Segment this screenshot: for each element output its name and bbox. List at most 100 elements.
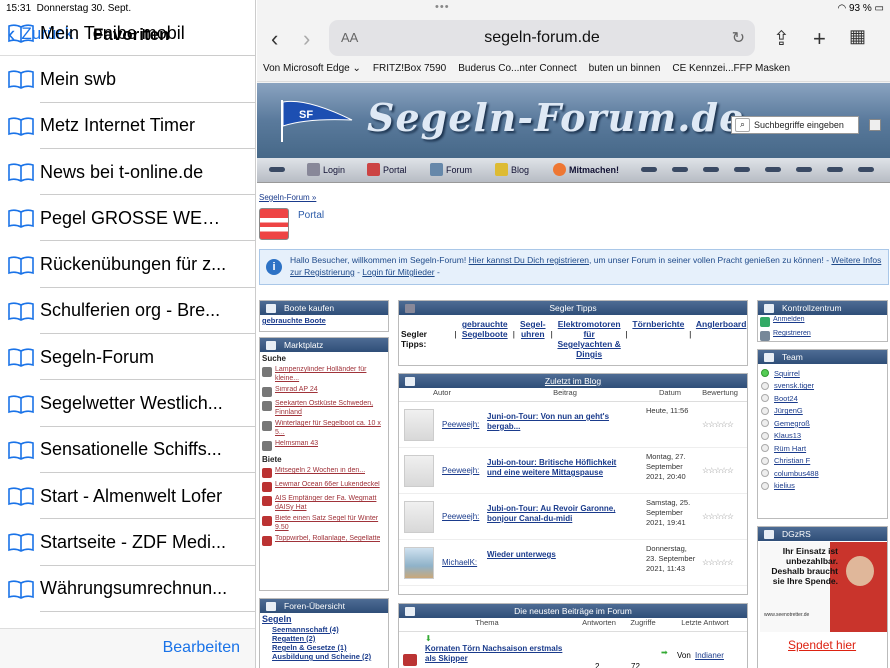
- search-submit-button[interactable]: [869, 119, 881, 131]
- forum-link[interactable]: Ausbildung und Scheine (2): [260, 652, 388, 661]
- registrieren-link[interactable]: Registrieren: [773, 330, 811, 339]
- bookmark-item[interactable]: CE Kennzei...FFP Masken: [666, 60, 796, 81]
- market-item[interactable]: Mitsegeln 2 Wochen in den...: [260, 466, 388, 480]
- reload-icon[interactable]: ↻: [732, 28, 745, 48]
- market-item-link[interactable]: Seekarten Ostküste Schweden, Finnland: [275, 400, 386, 417]
- blog-title[interactable]: Jubi-on-Tour: Au Revoir Garonne, bonjour…: [487, 504, 627, 524]
- team-member[interactable]: kielius: [758, 480, 887, 493]
- team-header[interactable]: Team: [758, 350, 887, 364]
- kontroll-header[interactable]: Kontrollzentrum: [758, 301, 887, 315]
- collapse-icon[interactable]: [405, 377, 415, 386]
- bookmark-item[interactable]: buten un binnen: [583, 60, 667, 81]
- favorite-item[interactable]: Segeln-Forum: [0, 334, 255, 381]
- tabs-overview-icon[interactable]: ▦: [849, 26, 866, 47]
- favorite-item[interactable]: Mein swb: [0, 56, 255, 103]
- collapse-icon[interactable]: [266, 602, 276, 611]
- dgzrs-header[interactable]: DGzRS: [758, 527, 887, 541]
- team-member-name[interactable]: kielius: [774, 481, 795, 490]
- anmelden-item[interactable]: Anmelden: [758, 315, 887, 329]
- team-member[interactable]: Boot24: [758, 392, 887, 405]
- team-member-name[interactable]: svensk.tiger: [774, 381, 814, 390]
- team-member-name[interactable]: Klaus13: [774, 431, 801, 440]
- tipp-link[interactable]: Törnberichte: [632, 319, 686, 359]
- multitask-dots-icon[interactable]: •••: [435, 1, 450, 13]
- nav-forward-icon[interactable]: ›: [303, 26, 310, 52]
- nav-back-icon[interactable]: ‹: [271, 26, 278, 52]
- blog-author[interactable]: Peeweejh:: [442, 466, 479, 475]
- menu-forum[interactable]: Forum: [430, 163, 472, 176]
- blog-author[interactable]: Peeweejh:: [442, 512, 479, 521]
- market-item-link[interactable]: Simrad AP 24: [275, 386, 318, 395]
- market-item[interactable]: AIS Empfänger der Fa. Wegmatt dAISy Hat: [260, 494, 388, 514]
- market-item[interactable]: Biete einen Satz Segel für Winter 9.50: [260, 514, 388, 534]
- team-member-name[interactable]: Squirrel: [774, 369, 800, 378]
- collapse-icon[interactable]: [405, 607, 415, 616]
- edit-button[interactable]: Bearbeiten: [163, 639, 240, 657]
- team-member-name[interactable]: Boot24: [774, 394, 798, 403]
- favorite-item[interactable]: Segelwetter Westlich...: [0, 380, 255, 427]
- registrieren-item[interactable]: Registrieren: [758, 329, 887, 341]
- marktplatz-header[interactable]: Marktplatz: [260, 338, 388, 352]
- team-member[interactable]: Gemegroß: [758, 417, 887, 430]
- blog-title[interactable]: Jubi-on-tour: Britische Höflichkeit und …: [487, 458, 627, 478]
- foren-segeln-link[interactable]: Segeln: [260, 613, 388, 625]
- team-member[interactable]: JürgenG: [758, 405, 887, 418]
- site-search-input[interactable]: ⌕ Suchbegriffe eingeben: [731, 116, 859, 134]
- last-user[interactable]: Indianer: [695, 651, 724, 660]
- boote-header[interactable]: Boote kaufen: [260, 301, 388, 315]
- market-item[interactable]: Simrad AP 24: [260, 385, 388, 399]
- team-member-name[interactable]: Christian F: [774, 456, 810, 465]
- market-item-link[interactable]: Biete einen Satz Segel für Winter 9.50: [275, 515, 386, 532]
- rating-stars[interactable]: ☆☆☆☆☆: [702, 512, 734, 521]
- market-item[interactable]: Toppwirbel, Rollanlage, Segellatte: [260, 534, 388, 548]
- tipp-link[interactable]: Segel-uhren: [519, 319, 547, 359]
- team-member[interactable]: columbus488: [758, 467, 887, 480]
- spenden-link[interactable]: Spendet hier: [788, 638, 856, 652]
- favorite-item[interactable]: Start - Almenwelt Lofer: [0, 473, 255, 520]
- thread-title[interactable]: Kornaten Törn Nachsaison erstmals als Sk…: [425, 644, 575, 664]
- bookmark-item[interactable]: Von Microsoft Edge ⌄: [257, 60, 367, 81]
- rating-stars[interactable]: ☆☆☆☆☆: [702, 420, 734, 429]
- avatar[interactable]: [404, 501, 434, 533]
- forum-link[interactable]: Regatten (2): [260, 634, 388, 643]
- blog-author[interactable]: MichaelK:: [442, 558, 477, 567]
- market-item-link[interactable]: Lewmar Ocean 66er Lukendeckel: [275, 481, 380, 490]
- foren-header[interactable]: Foren-Übersicht: [260, 599, 388, 613]
- market-item[interactable]: Winterlager für Segelboot ca. 10 x 5...: [260, 419, 388, 439]
- tipp-link[interactable]: gebrauchte Segelboote: [461, 319, 509, 359]
- team-member-name[interactable]: JürgenG: [774, 406, 803, 415]
- team-member[interactable]: Christian F: [758, 455, 887, 468]
- register-link[interactable]: Hier kannst Du Dich registrieren: [469, 255, 589, 265]
- market-item-link[interactable]: AIS Empfänger der Fa. Wegmatt dAISy Hat: [275, 495, 386, 512]
- avatar[interactable]: [404, 455, 434, 487]
- collapse-icon[interactable]: [266, 304, 276, 313]
- favorite-item[interactable]: Währungsumrechnun...: [0, 566, 255, 613]
- favorite-item[interactable]: News bei t-online.de: [0, 149, 255, 196]
- collapse-icon[interactable]: [764, 353, 774, 362]
- favorite-item[interactable]: Metz Internet Timer: [0, 103, 255, 150]
- rating-stars[interactable]: ☆☆☆☆☆: [702, 558, 734, 567]
- site-logo[interactable]: Segeln-Forum.de: [367, 95, 744, 140]
- bookmark-item[interactable]: Buderus Co...nter Connect: [452, 60, 582, 81]
- breadcrumb[interactable]: Segeln-Forum »: [259, 193, 316, 202]
- market-item-link[interactable]: Winterlager für Segelboot ca. 10 x 5...: [275, 420, 386, 437]
- market-item-link[interactable]: Mitsegeln 2 Wochen in den...: [275, 467, 365, 476]
- market-item-link[interactable]: Lampenzylinder Holländer für kleine...: [275, 366, 386, 383]
- menu-mitmachen[interactable]: Mitmachen!: [553, 163, 619, 176]
- market-item-link[interactable]: Toppwirbel, Rollanlage, Segellatte: [275, 535, 380, 544]
- favorite-item[interactable]: Startseite - ZDF Medi...: [0, 519, 255, 566]
- team-member[interactable]: Rüm Hart: [758, 442, 887, 455]
- blog-header[interactable]: Zuletzt im Blog: [399, 374, 747, 388]
- team-member[interactable]: Squirrel: [758, 367, 887, 380]
- blog-author[interactable]: Peeweejh:: [442, 420, 479, 429]
- address-bar[interactable]: AA segeln-forum.de ↻: [329, 20, 755, 56]
- tipp-link[interactable]: Anglerboard: [695, 319, 747, 359]
- avatar[interactable]: [404, 547, 434, 579]
- favorite-item[interactable]: Pegel GROSSE WESE...: [0, 195, 255, 242]
- team-member[interactable]: svensk.tiger: [758, 380, 887, 393]
- collapse-icon[interactable]: [764, 530, 774, 539]
- new-tab-icon[interactable]: +: [813, 26, 826, 52]
- market-item-link[interactable]: Helmsman 43: [275, 440, 318, 449]
- market-item[interactable]: Lewmar Ocean 66er Lukendeckel: [260, 480, 388, 494]
- gebrauchte-boote-link[interactable]: gebrauchte Boote: [260, 315, 388, 326]
